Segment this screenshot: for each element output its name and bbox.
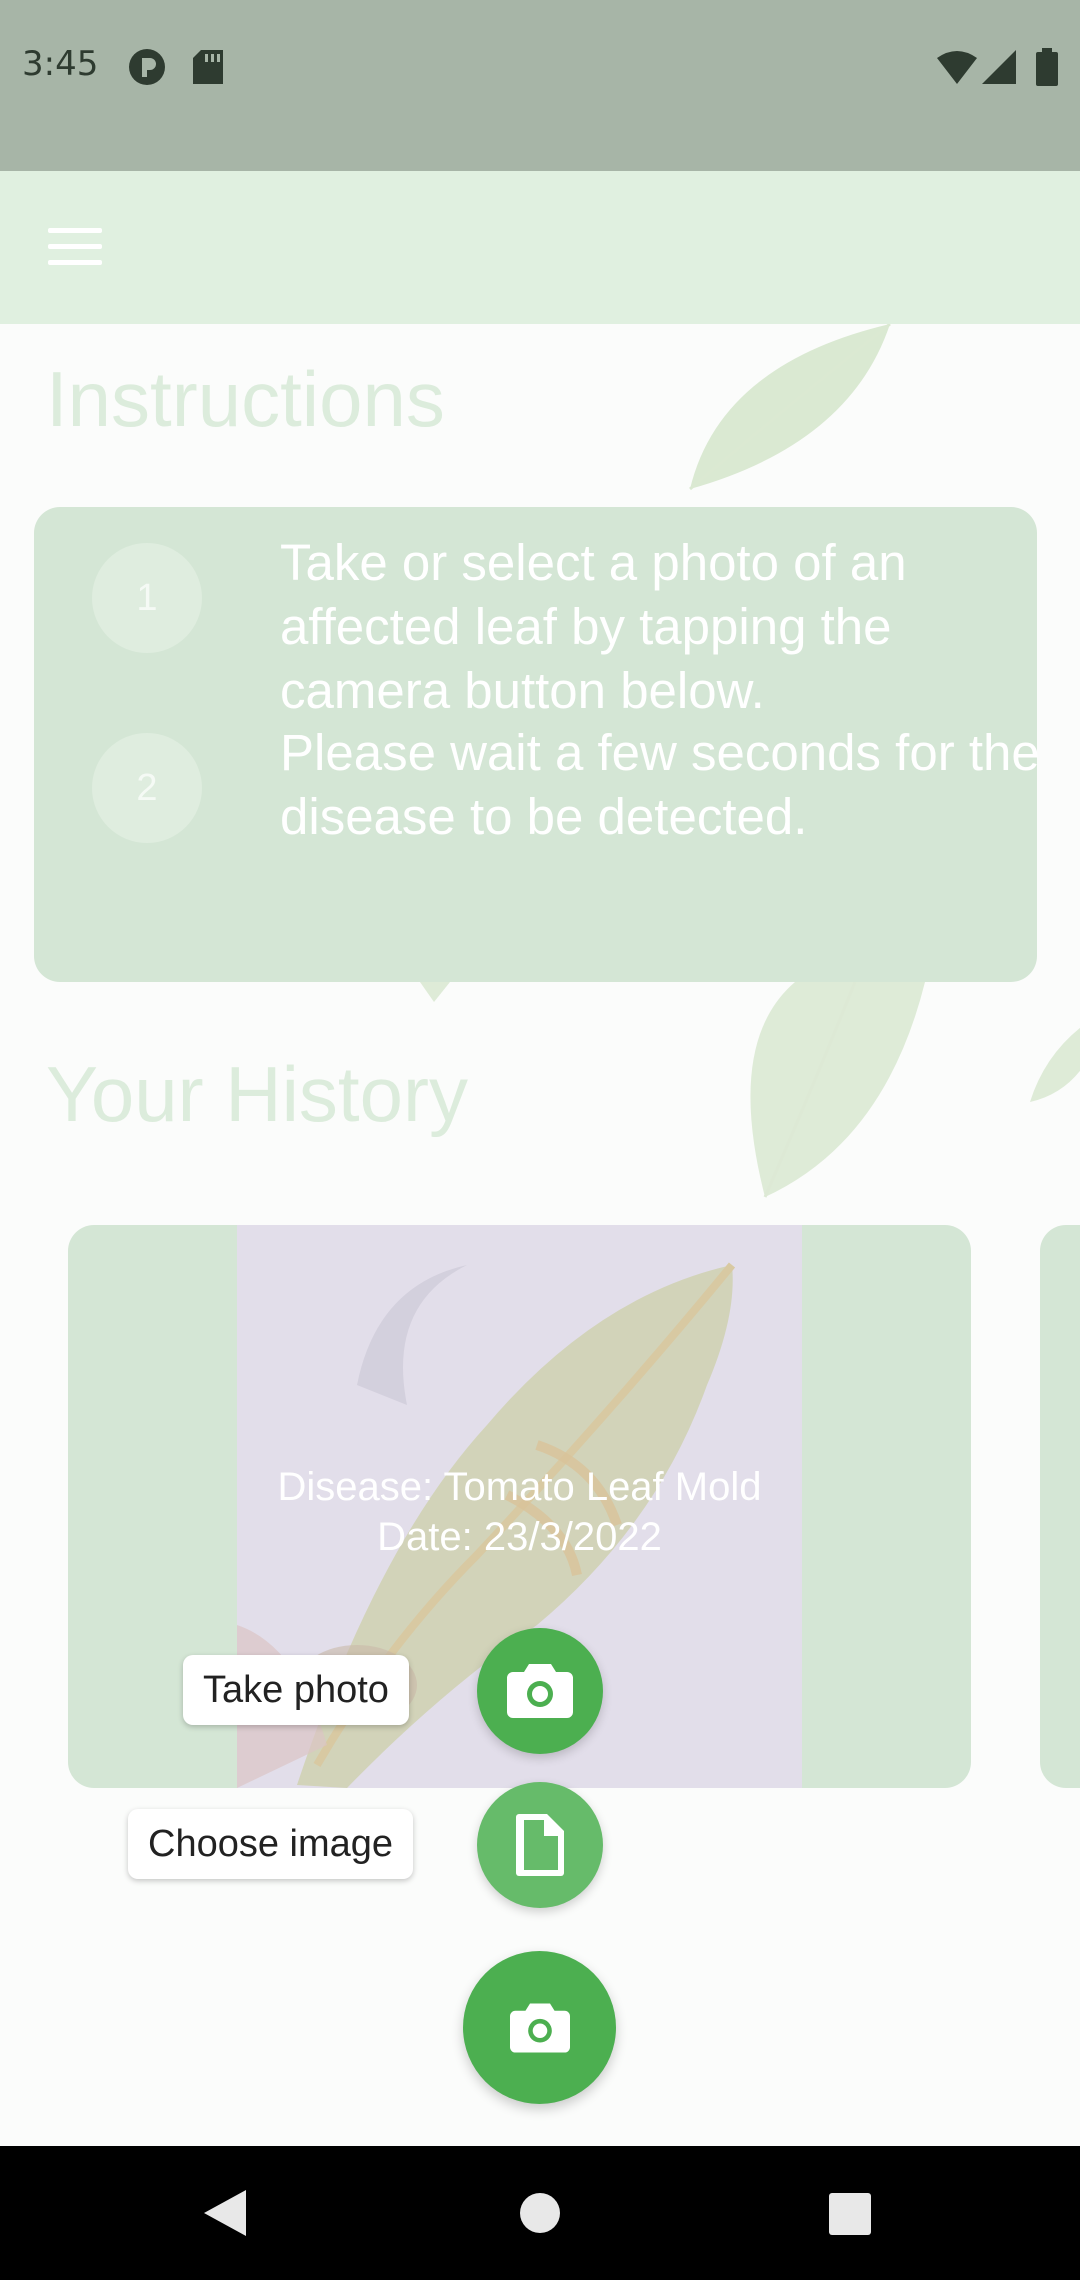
instruction-step: 1 Take or select a photo of an affected … [92, 534, 1032, 723]
history-card[interactable] [1040, 1225, 1080, 1788]
instructions-card: 1 Take or select a photo of an affected … [34, 507, 1040, 982]
back-icon[interactable] [204, 2190, 246, 2236]
decorative-leaf-image [750, 982, 925, 1198]
sd-card-icon [193, 50, 223, 84]
hamburger-menu-icon[interactable] [48, 228, 102, 268]
history-heading: Your History [46, 1050, 468, 1138]
wifi-icon [937, 51, 977, 84]
status-bar: 3:45 [0, 0, 1080, 171]
battery-icon [1036, 48, 1058, 86]
decorative-leaf-image [1030, 1027, 1080, 1102]
system-navigation-bar [0, 2146, 1080, 2280]
file-icon [516, 1814, 564, 1876]
decorative-leaf-image [689, 324, 891, 491]
history-date-text: Date: 23/3/2022 [377, 1515, 662, 1559]
decorative-leaf-image [420, 982, 450, 1002]
camera-icon [507, 1664, 573, 1718]
home-icon[interactable] [520, 2193, 560, 2233]
step-number-badge: 1 [92, 543, 202, 653]
camera-fab-button[interactable] [463, 1951, 616, 2104]
choose-image-label[interactable]: Choose image [128, 1809, 414, 1879]
main-content: Instructions 1 Take or select a photo of… [0, 324, 1080, 2146]
app-bar [0, 171, 1080, 324]
cell-signal-icon [982, 50, 1016, 84]
choose-image-button[interactable] [477, 1782, 603, 1908]
app-notification-icon [129, 49, 165, 85]
instruction-step: 2 Please wait a few seconds for the dise… [92, 724, 1040, 873]
status-time: 3:45 [22, 44, 99, 84]
recents-icon[interactable] [829, 2193, 871, 2235]
instructions-heading: Instructions [46, 355, 445, 443]
step-text: Please wait a few seconds for the diseas… [280, 724, 1040, 845]
history-disease-text: Disease: Tomato Leaf Mold [277, 1465, 762, 1509]
step-text: Take or select a photo of an affected le… [280, 534, 907, 719]
step-number-badge: 2 [92, 733, 202, 843]
take-photo-label[interactable]: Take photo [183, 1655, 409, 1725]
take-photo-button[interactable] [477, 1628, 603, 1754]
camera-icon [509, 2002, 570, 2053]
